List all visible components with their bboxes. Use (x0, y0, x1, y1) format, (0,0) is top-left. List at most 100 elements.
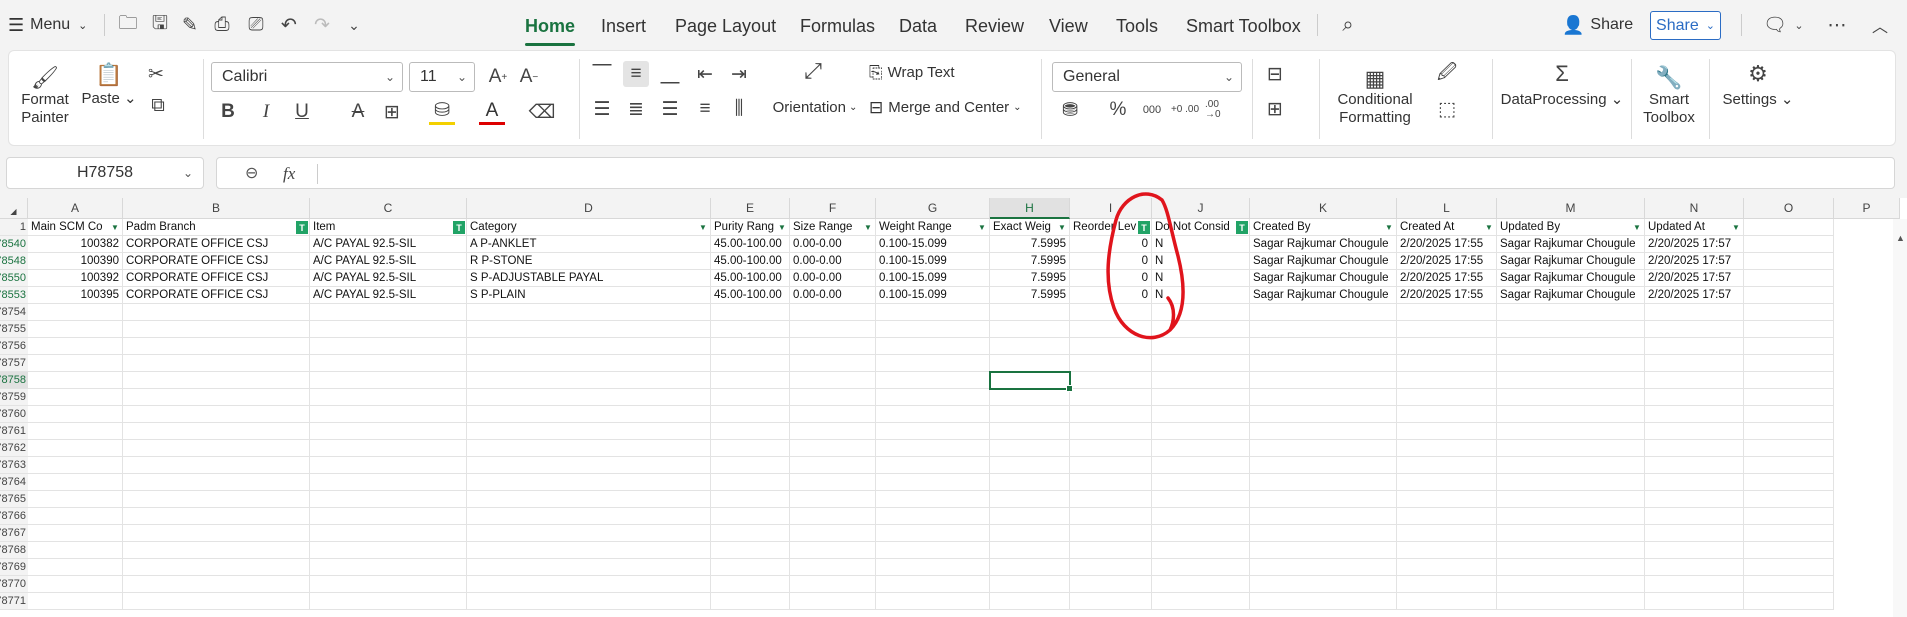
empty-cell[interactable] (790, 457, 876, 474)
empty-cell[interactable] (467, 457, 711, 474)
empty-cell[interactable] (1645, 423, 1744, 440)
table-format-icon[interactable]: ⊞ (1262, 96, 1288, 122)
empty-cell[interactable] (1497, 372, 1645, 389)
empty-cell[interactable] (1250, 593, 1397, 610)
empty-cell[interactable] (1070, 474, 1152, 491)
data-processing-button[interactable]: Σ DataProcessing ⌄ (1499, 57, 1625, 117)
empty-cell[interactable] (1645, 304, 1744, 321)
empty-cell[interactable] (467, 491, 711, 508)
cut-icon[interactable]: ✂ (143, 61, 169, 87)
empty-cell[interactable] (711, 559, 790, 576)
empty-cell[interactable] (990, 559, 1070, 576)
empty-cell[interactable] (1497, 355, 1645, 372)
empty-cell[interactable] (1250, 304, 1397, 321)
empty-cell[interactable] (1397, 406, 1497, 423)
table-cell[interactable]: 100395 (28, 287, 123, 304)
active-filter-icon[interactable]: T (1236, 221, 1248, 234)
justify-icon[interactable]: ≡ (692, 96, 718, 122)
empty-cell[interactable] (1497, 440, 1645, 457)
empty-cell[interactable] (711, 423, 790, 440)
table-cell[interactable]: Sagar Rajkumar Chougule (1497, 236, 1645, 253)
zoom-icon[interactable]: ⊖ (245, 163, 258, 183)
empty-cell[interactable] (123, 321, 310, 338)
table-cell[interactable]: 2/20/2025 17:57 (1645, 287, 1744, 304)
empty-cell[interactable] (711, 576, 790, 593)
empty-cell[interactable] (123, 372, 310, 389)
empty-cell[interactable] (1497, 525, 1645, 542)
empty-cell[interactable] (467, 423, 711, 440)
empty-cell[interactable] (1070, 576, 1152, 593)
empty-cell[interactable] (1645, 440, 1744, 457)
empty-cell[interactable] (990, 508, 1070, 525)
share-button[interactable]: Share ⌄ (1650, 11, 1721, 40)
empty-cell[interactable] (876, 304, 990, 321)
format-painter-small-icon[interactable]: 🖉 (1434, 61, 1460, 87)
empty-cell[interactable] (123, 389, 310, 406)
empty-cell[interactable] (1497, 406, 1645, 423)
empty-cell[interactable] (310, 593, 467, 610)
empty-cell[interactable] (28, 355, 123, 372)
empty-cell[interactable] (123, 508, 310, 525)
row-header[interactable]: 78761 (0, 423, 28, 440)
underline-icon[interactable]: U (289, 99, 315, 125)
empty-cell[interactable] (990, 525, 1070, 542)
empty-cell[interactable] (1744, 321, 1834, 338)
empty-cell[interactable] (1397, 321, 1497, 338)
empty-cell[interactable] (1070, 593, 1152, 610)
empty-cell[interactable] (123, 559, 310, 576)
tab-tools[interactable]: Tools (1116, 12, 1158, 40)
empty-cell[interactable] (1497, 321, 1645, 338)
table-cell[interactable]: 0.100-15.099 (876, 287, 990, 304)
row-header[interactable]: 78770 (0, 576, 28, 593)
empty-cell[interactable] (467, 372, 711, 389)
empty-cell[interactable] (1744, 542, 1834, 559)
empty-cell[interactable] (1070, 389, 1152, 406)
empty-cell[interactable] (1397, 423, 1497, 440)
row-header[interactable]: 78758 (0, 372, 28, 389)
filter-dropdown-icon[interactable]: ▼ (1631, 221, 1643, 234)
empty-cell[interactable] (790, 508, 876, 525)
table-cell[interactable]: CORPORATE OFFICE CSJ (123, 253, 310, 270)
empty-cell[interactable] (28, 304, 123, 321)
table-cell[interactable]: 0.00-0.00 (790, 253, 876, 270)
empty-cell[interactable] (790, 423, 876, 440)
formula-bar[interactable]: ⊖ fx (216, 157, 1895, 189)
filter-dropdown-icon[interactable]: ▼ (109, 221, 121, 234)
strikethrough-icon[interactable]: A (345, 99, 371, 125)
empty-cell[interactable] (1744, 406, 1834, 423)
row-header[interactable]: 78553 (0, 287, 28, 304)
fill-color-icon[interactable]: ⛁ (429, 99, 455, 125)
empty-cell[interactable] (1070, 525, 1152, 542)
table-cell[interactable]: Sagar Rajkumar Chougule (1250, 236, 1397, 253)
empty-cell[interactable] (28, 389, 123, 406)
empty-cell[interactable] (1744, 474, 1834, 491)
empty-cell[interactable] (1397, 440, 1497, 457)
table-cell[interactable]: 0.00-0.00 (790, 287, 876, 304)
column-header-n[interactable]: N (1645, 198, 1744, 219)
empty-cell[interactable] (310, 372, 467, 389)
column-header-g[interactable]: G (876, 198, 990, 219)
empty-cell[interactable] (1250, 457, 1397, 474)
table-cell[interactable]: A/C PAYAL 92.5-SIL (310, 236, 467, 253)
table-cell[interactable]: A/C PAYAL 92.5-SIL (310, 287, 467, 304)
empty-cell[interactable] (876, 338, 990, 355)
empty-cell[interactable] (1070, 355, 1152, 372)
row-header[interactable]: 78759 (0, 389, 28, 406)
empty-cell[interactable] (790, 440, 876, 457)
row-header[interactable]: 1 (0, 219, 28, 236)
decrease-decimal-button[interactable]: .00 →0 (1205, 97, 1237, 123)
empty-cell[interactable] (711, 474, 790, 491)
row-header[interactable]: 78754 (0, 304, 28, 321)
table-cell[interactable]: CORPORATE OFFICE CSJ (123, 270, 310, 287)
currency-icon[interactable]: ⛃ (1057, 97, 1083, 123)
tab-review[interactable]: Review (965, 12, 1024, 40)
empty-cell[interactable] (1497, 457, 1645, 474)
increase-font-icon[interactable]: A + (485, 64, 511, 90)
empty-cell[interactable] (1744, 576, 1834, 593)
empty-cell[interactable] (1645, 474, 1744, 491)
header-cell[interactable]: Weight Range (876, 219, 990, 236)
empty-cell[interactable] (310, 338, 467, 355)
collapse-ribbon-icon[interactable]: ︿ (1868, 13, 1892, 37)
empty-cell[interactable] (1645, 389, 1744, 406)
empty-cell[interactable] (876, 491, 990, 508)
